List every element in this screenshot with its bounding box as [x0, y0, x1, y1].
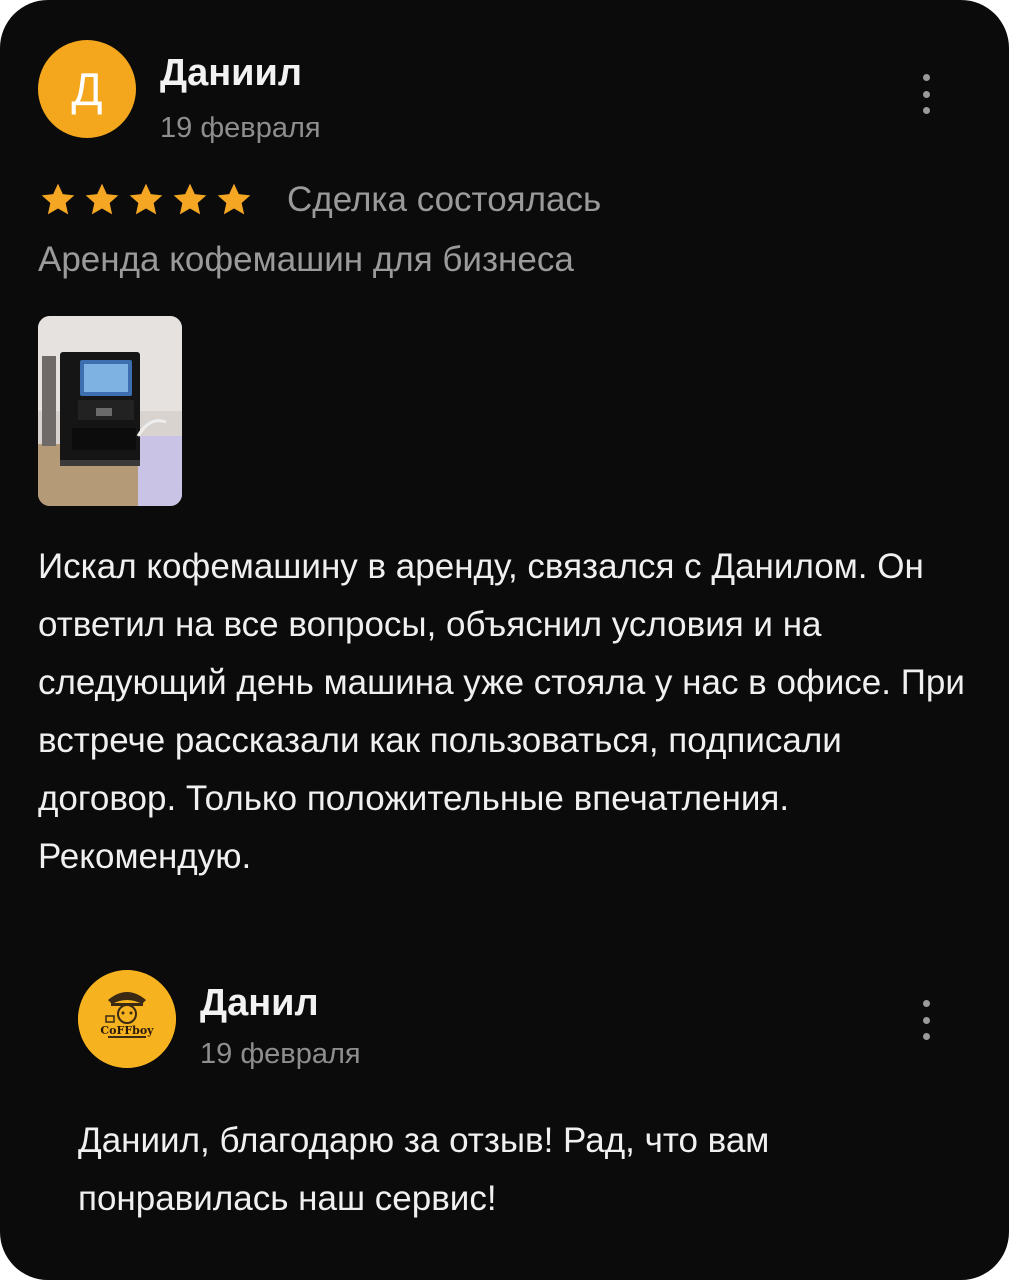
review-photo-thumbnail[interactable]: [38, 316, 182, 506]
reply-avatar-logo[interactable]: CoFFboy: [78, 970, 176, 1068]
star-icon: [41, 183, 75, 215]
star-icon: [85, 183, 119, 215]
coffee-machine-photo: [38, 316, 182, 506]
author-avatar[interactable]: Д: [38, 40, 136, 138]
review-text: Искал кофемашину в аренду, связался с Да…: [38, 547, 965, 876]
review-menu-icon[interactable]: [914, 74, 938, 114]
review-author-name[interactable]: Даниил: [160, 52, 302, 95]
rating-stars: [38, 180, 254, 220]
deal-status: Сделка состоялась: [287, 180, 602, 219]
star-icon: [129, 183, 163, 215]
service-name: Аренда кофемашин для бизнеса: [38, 240, 574, 279]
reply-text: Даниил, благодарю за отзыв! Рад, что вам…: [78, 1121, 770, 1218]
avatar-letter: Д: [71, 63, 103, 115]
reply-author-name[interactable]: Данил: [200, 982, 319, 1025]
star-icon: [173, 183, 207, 215]
review-card: Д Даниил 19 февраля Сделка состоялась Ар…: [0, 0, 1009, 1280]
logo-text: CoFFboy: [100, 1024, 154, 1037]
reply-date: 19 февраля: [200, 1038, 361, 1070]
review-date: 19 февраля: [160, 112, 321, 144]
coffboy-logo-icon: [78, 970, 176, 1068]
star-icon: [217, 183, 251, 215]
reply-menu-icon[interactable]: [914, 1000, 938, 1040]
